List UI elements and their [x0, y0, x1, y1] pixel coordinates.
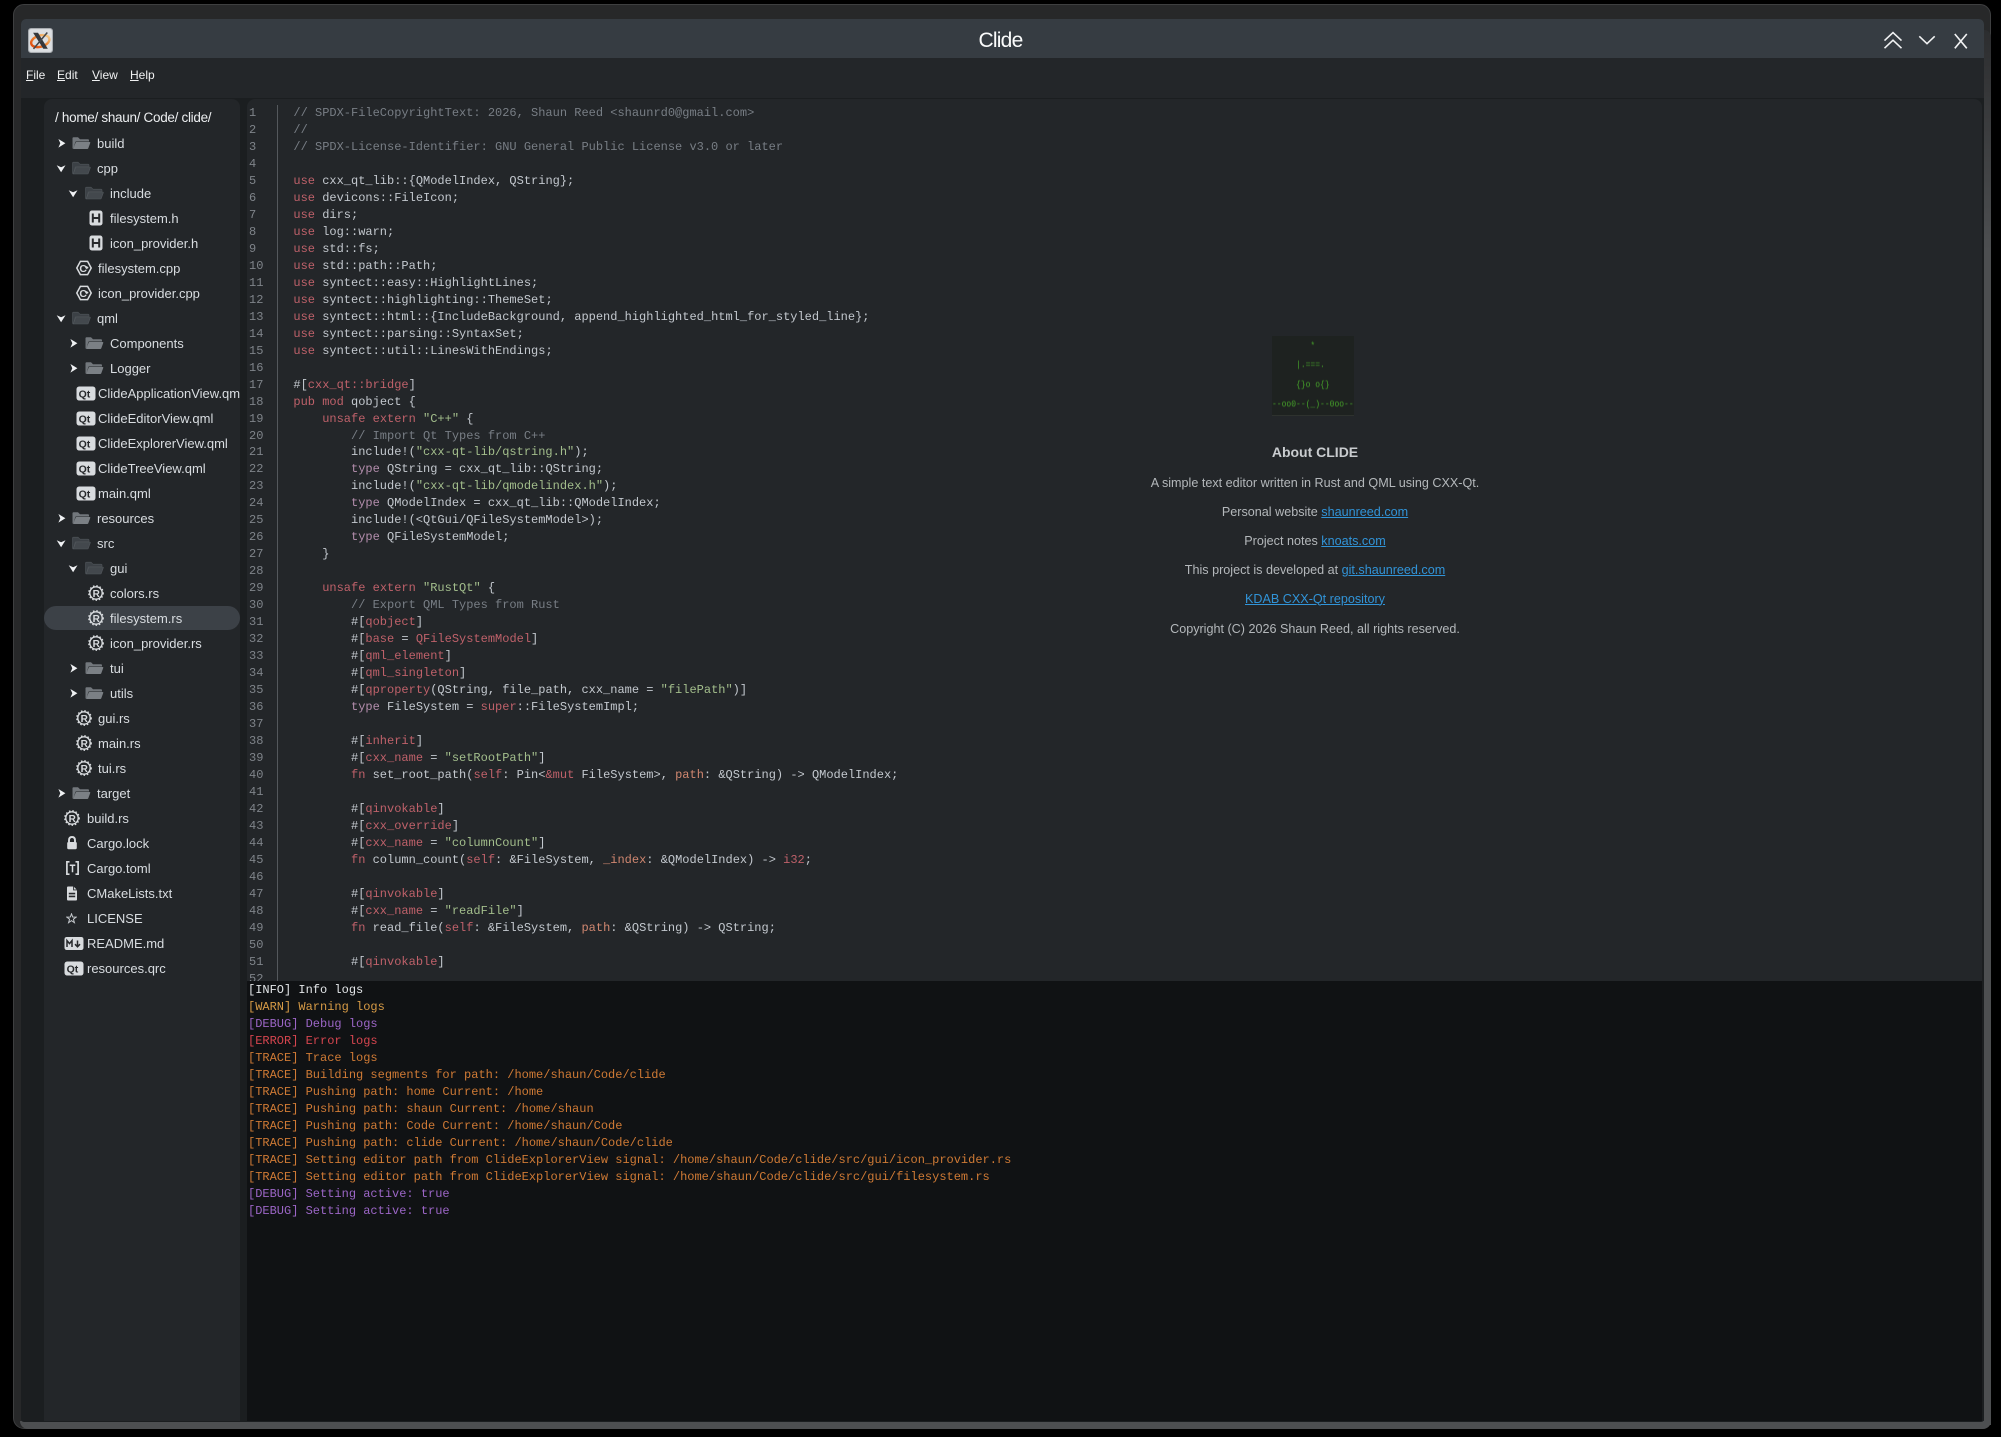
- svg-text:Qt: Qt: [79, 413, 91, 425]
- svg-text:Qt: Qt: [79, 463, 91, 475]
- svg-text:R: R: [93, 639, 101, 650]
- svg-text:Qt: Qt: [67, 963, 79, 975]
- svg-text:R: R: [81, 739, 89, 750]
- svg-text:Qt: Qt: [79, 488, 91, 500]
- svg-text:Qt: Qt: [79, 388, 91, 400]
- svg-text:R: R: [93, 589, 101, 600]
- svg-text:R: R: [69, 814, 77, 825]
- svg-text:Qt: Qt: [79, 438, 91, 450]
- svg-text:R: R: [93, 614, 101, 625]
- svg-text:R: R: [81, 764, 89, 775]
- svg-text:R: R: [81, 714, 89, 725]
